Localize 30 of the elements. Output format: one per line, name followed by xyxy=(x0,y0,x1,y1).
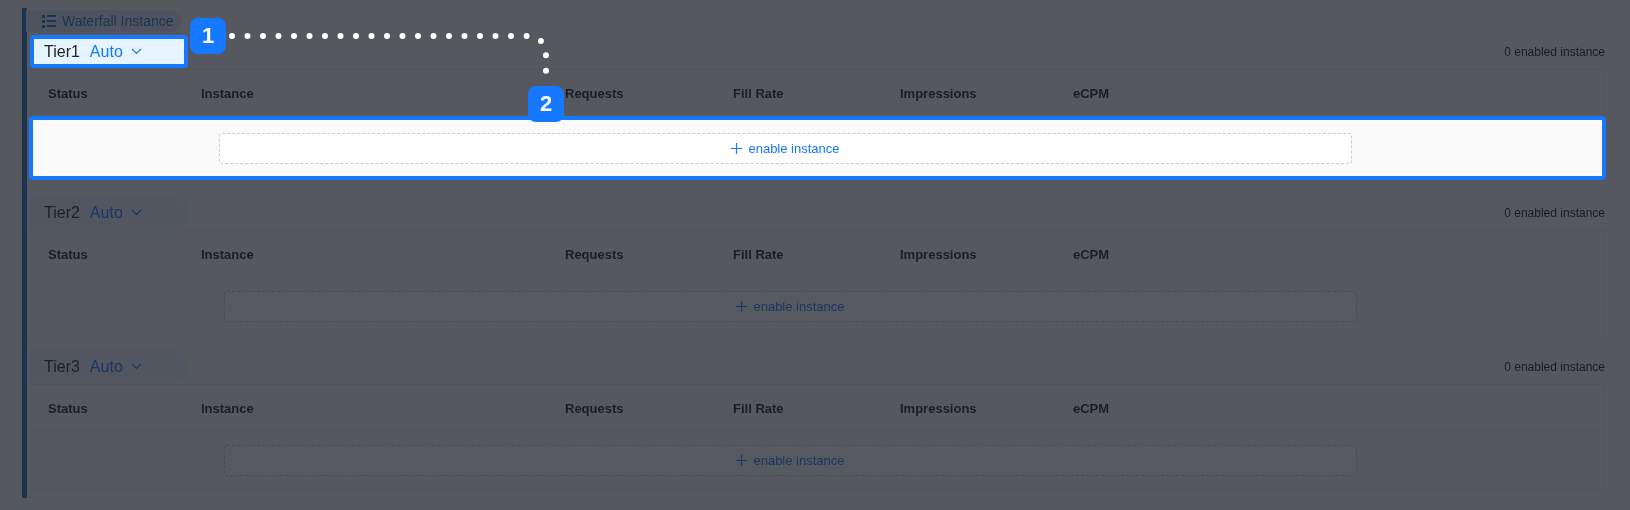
column-header: Status xyxy=(48,400,89,416)
instance-count: 0 enabled instance xyxy=(1504,44,1605,59)
column-header: Fill Rate xyxy=(733,246,785,262)
column-header: Impressions xyxy=(900,85,978,101)
column-header: Requests xyxy=(565,400,625,416)
instance-count: 0 enabled instance xyxy=(1504,359,1605,374)
column-header: Instance xyxy=(201,400,255,416)
tier-name: Tier2 xyxy=(44,203,80,222)
column-header: Status xyxy=(48,246,89,262)
column-header: eCPM xyxy=(1073,246,1111,262)
column-header: Instance xyxy=(201,246,255,262)
column-header: Requests xyxy=(565,246,625,262)
column-header: eCPM xyxy=(1073,85,1111,101)
mode-dropdown[interactable]: Auto xyxy=(89,42,142,61)
column-header: Instance xyxy=(201,85,255,101)
column-header: Impressions xyxy=(900,246,978,262)
step-badge: 2 xyxy=(528,86,564,122)
column-header: eCPM xyxy=(1073,400,1111,416)
tier-name: Tier1 xyxy=(44,42,80,61)
column-header: Fill Rate xyxy=(733,85,785,101)
instance-count: 0 enabled instance xyxy=(1504,205,1605,220)
column-header: Fill Rate xyxy=(733,400,785,416)
chevron-down-icon xyxy=(130,48,142,55)
column-header: Requests xyxy=(565,85,625,101)
step-badge: 1 xyxy=(190,18,226,54)
enable-instance-button[interactable]: enable instance xyxy=(219,132,1352,164)
plus-icon xyxy=(731,142,743,154)
column-header: Status xyxy=(48,85,89,101)
tier-name: Tier3 xyxy=(44,357,80,376)
column-header: Impressions xyxy=(900,400,978,416)
